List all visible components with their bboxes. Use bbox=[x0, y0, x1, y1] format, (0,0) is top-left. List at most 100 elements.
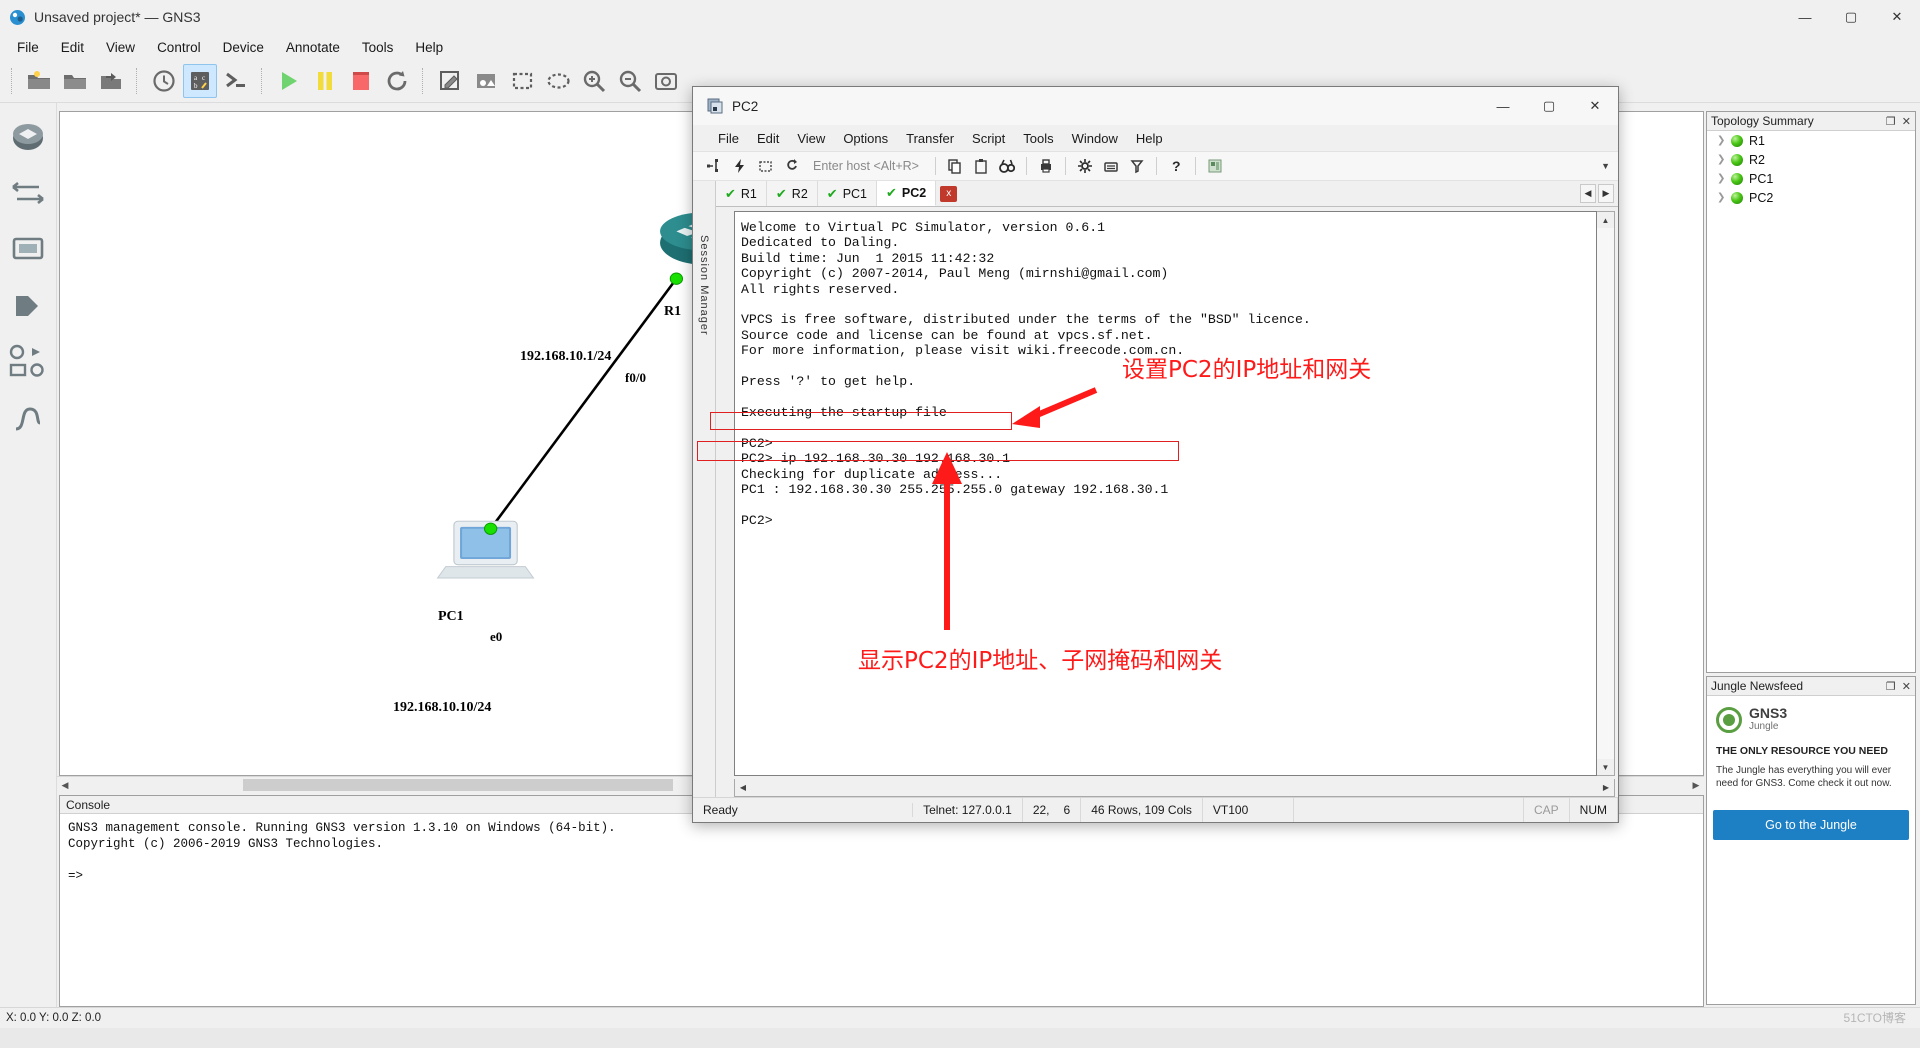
close-dock-icon[interactable]: ✕ bbox=[1902, 115, 1911, 128]
gns3-maximize-button[interactable]: ▢ bbox=[1828, 0, 1874, 34]
menu-edit[interactable]: Edit bbox=[50, 37, 95, 58]
insert-image-icon[interactable] bbox=[469, 64, 503, 98]
edit-annotation-icon[interactable] bbox=[433, 64, 467, 98]
tab-r1[interactable]: ✔ R1 bbox=[716, 181, 767, 206]
topology-item-r1[interactable]: ❯ R1 bbox=[1707, 131, 1915, 150]
gns3-close-button[interactable]: ✕ bbox=[1874, 0, 1920, 34]
scroll-up-icon[interactable]: ▲ bbox=[1597, 212, 1614, 228]
scroll-thumb[interactable] bbox=[243, 779, 673, 791]
draw-rectangle-icon[interactable] bbox=[505, 64, 539, 98]
suspend-all-icon[interactable] bbox=[308, 64, 342, 98]
host-input[interactable]: Enter host <Alt+R> bbox=[813, 159, 919, 173]
crt-menu-tools[interactable]: Tools bbox=[1014, 129, 1062, 148]
crt-menu-file[interactable]: File bbox=[709, 129, 748, 148]
paste-icon[interactable] bbox=[970, 155, 992, 177]
terminal-horizontal-scrollbar[interactable]: ◀ ▶ bbox=[734, 779, 1615, 797]
menu-view[interactable]: View bbox=[95, 37, 146, 58]
tab-scroll-prev-icon[interactable]: ◀ bbox=[1580, 184, 1596, 203]
all-devices-icon[interactable] bbox=[7, 341, 49, 383]
chevron-right-icon[interactable]: ❯ bbox=[1717, 154, 1731, 165]
add-link-icon[interactable] bbox=[7, 397, 49, 439]
routers-icon[interactable] bbox=[7, 117, 49, 159]
topology-item-r2[interactable]: ❯ R2 bbox=[1707, 150, 1915, 169]
menu-control[interactable]: Control bbox=[146, 37, 212, 58]
crt-menu-window[interactable]: Window bbox=[1063, 129, 1127, 148]
chevron-right-icon[interactable]: ❯ bbox=[1717, 135, 1731, 146]
crt-menu-transfer[interactable]: Transfer bbox=[897, 129, 963, 148]
snapshot-icon[interactable] bbox=[147, 64, 181, 98]
reconnect-icon[interactable] bbox=[781, 155, 803, 177]
print-icon[interactable] bbox=[1035, 155, 1057, 177]
chevron-right-icon[interactable]: ❯ bbox=[1717, 192, 1731, 203]
copy-icon[interactable] bbox=[944, 155, 966, 177]
find-icon[interactable] bbox=[996, 155, 1018, 177]
close-dock-icon[interactable]: ✕ bbox=[1902, 680, 1911, 693]
crt-minimize-button[interactable]: — bbox=[1480, 87, 1526, 125]
topology-item-pc1[interactable]: ❯ PC1 bbox=[1707, 169, 1915, 188]
scroll-right-icon[interactable]: ▶ bbox=[1598, 783, 1614, 792]
new-project-icon[interactable] bbox=[22, 64, 56, 98]
crt-menu-script[interactable]: Script bbox=[963, 129, 1014, 148]
scroll-track[interactable] bbox=[1597, 228, 1614, 759]
menu-annotate[interactable]: Annotate bbox=[275, 37, 351, 58]
switches-icon[interactable] bbox=[7, 173, 49, 215]
quick-connect-icon[interactable] bbox=[729, 155, 751, 177]
session-manager-strip[interactable]: Session Manager bbox=[693, 181, 716, 797]
end-devices-icon[interactable] bbox=[7, 229, 49, 271]
crt-menu-options[interactable]: Options bbox=[834, 129, 897, 148]
scroll-down-icon[interactable]: ▼ bbox=[1597, 759, 1614, 775]
scroll-left-icon[interactable]: ◀ bbox=[57, 777, 73, 793]
topology-item-pc2[interactable]: ❯ PC2 bbox=[1707, 188, 1915, 207]
keymap-editor-icon[interactable] bbox=[1100, 155, 1122, 177]
zoom-out-icon[interactable] bbox=[613, 64, 647, 98]
scroll-right-icon[interactable]: ▶ bbox=[1688, 777, 1704, 793]
zoom-in-icon[interactable] bbox=[577, 64, 611, 98]
tab-close-icon[interactable]: x bbox=[940, 185, 958, 202]
screenshot-icon[interactable] bbox=[649, 64, 683, 98]
menu-tools[interactable]: Tools bbox=[351, 37, 405, 58]
menu-file[interactable]: File bbox=[6, 37, 50, 58]
draw-ellipse-icon[interactable] bbox=[541, 64, 575, 98]
session-manager-icon[interactable] bbox=[1204, 155, 1226, 177]
menu-device[interactable]: Device bbox=[212, 37, 275, 58]
gns3-window-controls: — ▢ ✕ bbox=[1782, 0, 1920, 34]
tab-r2[interactable]: ✔ R2 bbox=[766, 181, 818, 206]
float-dock-icon[interactable]: ❐ bbox=[1886, 115, 1896, 128]
topology-item-label: PC1 bbox=[1749, 171, 1774, 186]
crt-menu-view[interactable]: View bbox=[788, 129, 834, 148]
crt-menu-help[interactable]: Help bbox=[1127, 129, 1172, 148]
start-all-icon[interactable] bbox=[272, 64, 306, 98]
show-hide-interface-labels-icon[interactable]: a c b bbox=[183, 64, 217, 98]
float-dock-icon[interactable]: ❐ bbox=[1886, 680, 1896, 693]
svg-text:b: b bbox=[194, 82, 198, 90]
crt-maximize-button[interactable]: ▢ bbox=[1526, 87, 1572, 125]
gns3-minimize-button[interactable]: — bbox=[1782, 0, 1828, 34]
security-devices-icon[interactable] bbox=[7, 285, 49, 327]
tab-pc1[interactable]: ✔ PC1 bbox=[817, 181, 878, 206]
save-project-as-icon[interactable] bbox=[94, 64, 128, 98]
console-output[interactable]: GNS3 management console. Running GNS3 ve… bbox=[60, 814, 1703, 1006]
reload-all-icon[interactable] bbox=[380, 64, 414, 98]
session-options-icon[interactable] bbox=[1074, 155, 1096, 177]
tab-pc2[interactable]: ✔ PC2 bbox=[877, 181, 937, 206]
terminal-vertical-scrollbar[interactable]: ▲ ▼ bbox=[1597, 211, 1615, 776]
scroll-left-icon[interactable]: ◀ bbox=[735, 783, 751, 792]
toolbar-separator bbox=[1025, 157, 1027, 175]
go-to-jungle-button[interactable]: Go to the Jungle bbox=[1713, 810, 1909, 840]
toolbar-overflow-icon[interactable]: ▼ bbox=[1601, 161, 1610, 171]
connect-icon[interactable] bbox=[703, 155, 725, 177]
open-project-icon[interactable] bbox=[58, 64, 92, 98]
console-to-all-icon[interactable] bbox=[219, 64, 253, 98]
cursor-row: 22, bbox=[1032, 803, 1050, 817]
terminal-screen[interactable]: Welcome to Virtual PC Simulator, version… bbox=[734, 211, 1597, 776]
stop-all-icon[interactable] bbox=[344, 64, 378, 98]
help-icon[interactable]: ? bbox=[1165, 155, 1187, 177]
tab-scroll-next-icon[interactable]: ▶ bbox=[1598, 184, 1614, 203]
crt-menu-edit[interactable]: Edit bbox=[748, 129, 788, 148]
menu-help[interactable]: Help bbox=[404, 37, 454, 58]
chevron-right-icon[interactable]: ❯ bbox=[1717, 173, 1731, 184]
crt-close-button[interactable]: ✕ bbox=[1572, 87, 1618, 125]
filter-icon[interactable] bbox=[1126, 155, 1148, 177]
topology-summary-list[interactable]: ❯ R1 ❯ R2 ❯ PC1 ❯ PC2 bbox=[1707, 131, 1915, 672]
connect-in-tab-icon[interactable] bbox=[755, 155, 777, 177]
